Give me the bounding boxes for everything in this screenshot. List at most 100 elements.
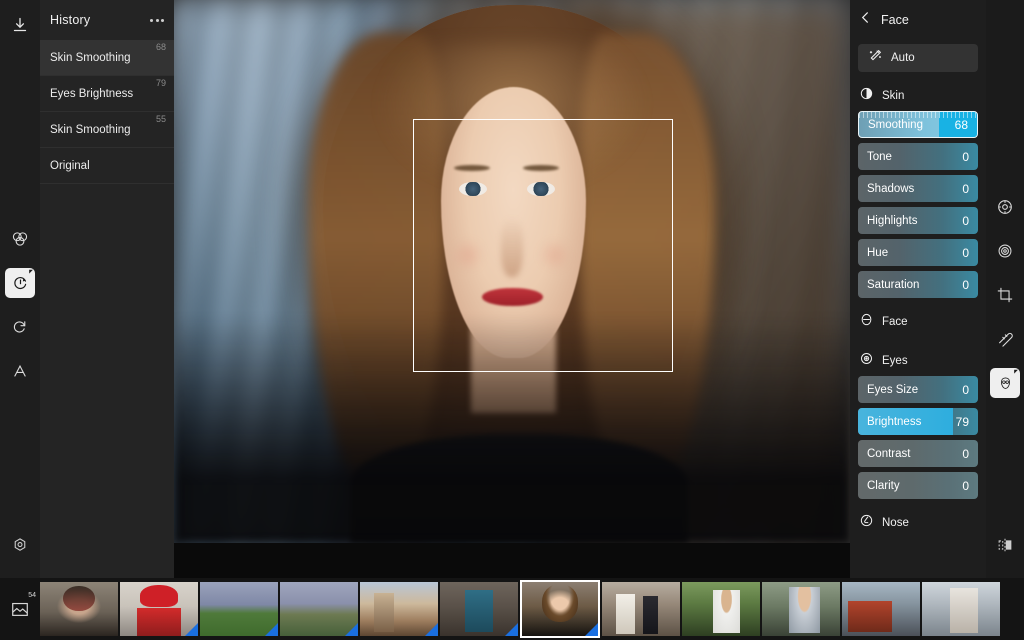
section-label: Eyes	[882, 355, 908, 367]
gallery-image-icon[interactable]: 54	[0, 578, 40, 640]
slider-label: Saturation	[867, 279, 919, 291]
section-header-eyes[interactable]: Eyes	[850, 346, 986, 376]
history-list: Skin Smoothing68Eyes Brightness79Skin Sm…	[40, 40, 174, 184]
settings-gear-icon[interactable]	[5, 530, 35, 560]
thumb-8[interactable]	[602, 582, 680, 636]
adjust-sections: SkinSmoothing68Tone0Shadows0Highlights0H…	[850, 81, 986, 538]
history-panel: History Skin Smoothing68Eyes Brightness7…	[40, 0, 174, 578]
magic-wand-icon	[868, 48, 883, 68]
thumb-12[interactable]	[922, 582, 1000, 636]
thumbnail-flag	[585, 623, 598, 636]
thumb-7[interactable]	[520, 580, 600, 638]
slider-value: 0	[962, 214, 969, 228]
thumb-10[interactable]	[762, 582, 840, 636]
vignette-tool[interactable]	[990, 236, 1020, 266]
slider-value: 0	[962, 447, 969, 461]
slider-tone[interactable]: Tone 0	[858, 143, 978, 170]
slider-brightness[interactable]: Brightness 79	[858, 408, 978, 435]
text-tool[interactable]	[5, 356, 35, 386]
thumb-11[interactable]	[842, 582, 920, 636]
retouch-tool[interactable]: ◤	[5, 268, 35, 298]
face-retouch-tool[interactable]: ◤	[990, 368, 1020, 398]
history-item[interactable]: Original	[40, 148, 174, 184]
history-item[interactable]: Skin Smoothing55	[40, 112, 174, 148]
section-header-skin[interactable]: Skin	[850, 81, 986, 111]
crop-tool[interactable]	[990, 280, 1020, 310]
history-item-label: Original	[50, 160, 90, 172]
slider-eyes-size[interactable]: Eyes Size 0	[858, 376, 978, 403]
slider-value: 79	[956, 415, 969, 429]
slider-clarity[interactable]: Clarity 0	[858, 472, 978, 499]
slider-label: Eyes Size	[867, 384, 918, 396]
slider-label: Contrast	[867, 448, 910, 460]
slider-value: 68	[955, 118, 968, 132]
canvas-area	[174, 0, 850, 578]
tool-badge: ◤	[29, 269, 33, 275]
thumbnail-flag	[345, 623, 358, 636]
slider-value: 0	[962, 150, 969, 164]
slider-label: Brightness	[867, 416, 921, 428]
history-header: History	[40, 0, 174, 40]
thumbnail-flag	[265, 623, 278, 636]
auto-button[interactable]: Auto	[858, 44, 978, 72]
face-adjust-panel: Face Auto SkinSmoothing68 Tone 0 Shadows0 Hi…	[850, 0, 986, 578]
split-compare-icon[interactable]	[990, 530, 1020, 560]
thumb-1[interactable]	[40, 582, 118, 636]
history-item[interactable]: Skin Smoothing68	[40, 40, 174, 76]
thumbnail-image	[682, 582, 760, 636]
thumb-6[interactable]	[440, 582, 518, 636]
section-label: Nose	[882, 517, 909, 529]
thumbnail-image	[922, 582, 1000, 636]
photo-preview[interactable]	[174, 0, 850, 543]
rotate-tool[interactable]	[5, 312, 35, 342]
heal-tool[interactable]	[990, 324, 1020, 354]
slider-contrast[interactable]: Contrast 0	[858, 440, 978, 467]
slider-label: Highlights	[867, 215, 918, 227]
thumb-5[interactable]	[360, 582, 438, 636]
history-item[interactable]: Eyes Brightness79	[40, 76, 174, 112]
left-tool-rail: ◤	[0, 0, 40, 578]
canvas-bottom-bar	[174, 543, 850, 578]
section-label: Face	[882, 316, 908, 328]
history-item-value: 68	[156, 42, 166, 52]
more-dots-icon[interactable]	[148, 15, 166, 26]
thumbnail-flag	[425, 623, 438, 636]
slider-saturation[interactable]: Saturation0	[858, 271, 978, 298]
color-circles-tool[interactable]	[5, 224, 35, 254]
thumbnail-image	[602, 582, 680, 636]
thumb-4[interactable]	[280, 582, 358, 636]
thumbnail-image	[842, 582, 920, 636]
history-item-label: Skin Smoothing	[50, 124, 131, 136]
page-title: Face	[881, 13, 909, 27]
slider-smoothing[interactable]: Smoothing68	[858, 111, 978, 138]
gallery-count-badge: 54	[28, 592, 36, 599]
face-selection-rectangle[interactable]	[413, 119, 673, 371]
filmstrip: 54	[0, 578, 1024, 640]
target-adjust-tool[interactable]	[990, 192, 1020, 222]
slider-label: Tone	[867, 151, 892, 163]
chevron-left-icon[interactable]	[859, 11, 872, 29]
thumbnail-list	[40, 580, 1000, 638]
tool-badge: ◤	[1014, 369, 1018, 375]
slider-highlights[interactable]: Highlights 0	[858, 207, 978, 234]
eye-circle-icon	[859, 351, 874, 371]
slider-value: 0	[962, 383, 969, 397]
thumb-9[interactable]	[682, 582, 760, 636]
thumb-2[interactable]	[120, 582, 198, 636]
slider-shadows[interactable]: Shadows0	[858, 175, 978, 202]
section-header-face[interactable]: Face	[850, 307, 986, 337]
slider-value: 0	[962, 479, 969, 493]
right-tool-rail: ◤	[986, 0, 1024, 578]
section-header-nose[interactable]: Nose	[850, 508, 986, 538]
thumbnail-image	[762, 582, 840, 636]
slider-hue[interactable]: Hue 0	[858, 239, 978, 266]
slider-label: Hue	[867, 247, 888, 259]
download-icon[interactable]	[5, 10, 35, 40]
history-item-label: Eyes Brightness	[50, 88, 133, 100]
thumb-3[interactable]	[200, 582, 278, 636]
slider-value: 0	[962, 246, 969, 260]
slider-label: Clarity	[867, 480, 900, 492]
history-title: History	[50, 13, 90, 27]
contrast-circle-icon	[859, 86, 874, 106]
photo-editor-app: ◤ History	[0, 0, 1024, 640]
